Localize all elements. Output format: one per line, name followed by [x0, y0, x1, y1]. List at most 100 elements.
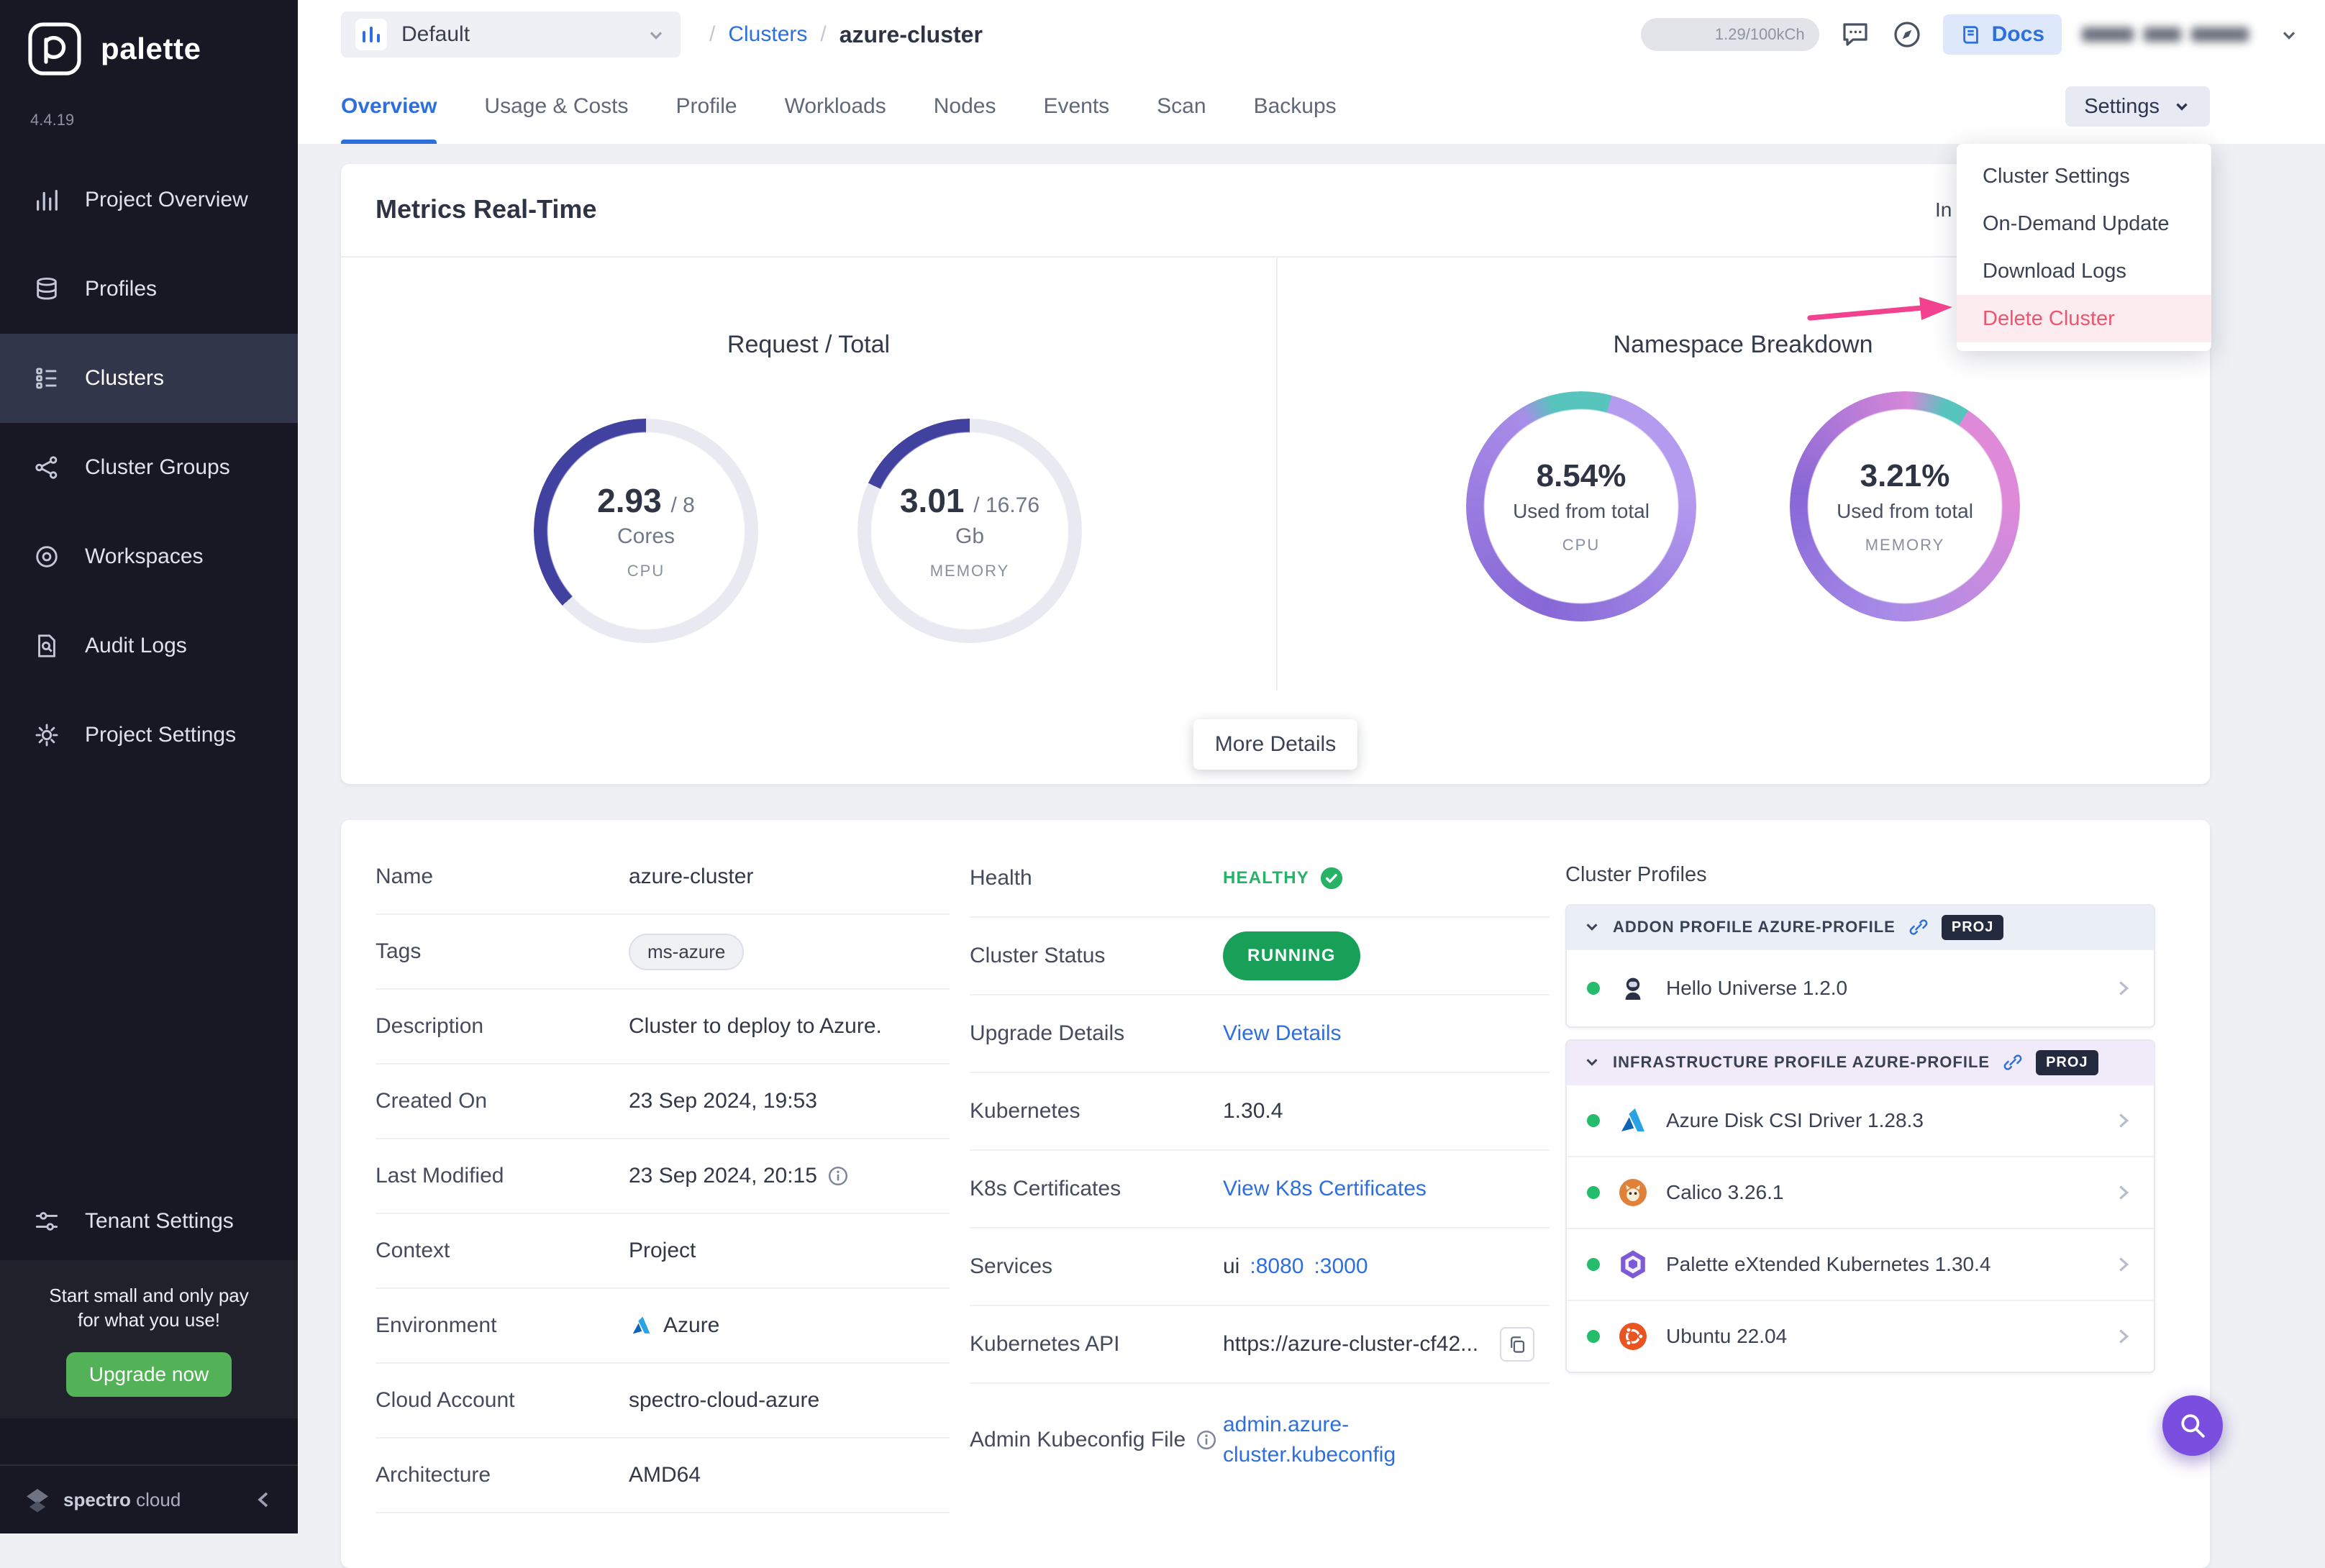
compass-icon[interactable]	[1891, 19, 1923, 50]
sidebar-item-workspaces[interactable]: Workspaces	[0, 512, 298, 601]
footer-brand-bold: spectro	[63, 1489, 131, 1510]
pack-name: Hello Universe 1.2.0	[1666, 977, 1847, 1000]
sidebar-item-label: Cluster Groups	[85, 455, 230, 480]
detail-row-created-on: Created On 23 Sep 2024, 19:53	[376, 1065, 950, 1139]
bar-chart-icon	[33, 186, 60, 214]
chevron-down-icon	[646, 24, 666, 45]
topbar-actions: 1.29/100kCh Docs	[1641, 14, 2299, 55]
info-icon[interactable]	[1196, 1429, 1217, 1451]
memory-donut-percent: 3.21%	[1860, 458, 1950, 494]
divider	[341, 256, 2210, 257]
collapse-sidebar-icon[interactable]	[252, 1488, 275, 1511]
detail-label: Services	[970, 1254, 1223, 1279]
tenant-settings-area: Tenant Settings	[0, 1182, 298, 1260]
detail-label: Context	[376, 1239, 629, 1263]
tab-backups[interactable]: Backups	[1254, 69, 1337, 144]
sidebar-item-project-overview[interactable]: Project Overview	[0, 155, 298, 245]
menu-item-cluster-settings[interactable]: Cluster Settings	[1957, 152, 2211, 200]
view-k8s-certificates-link[interactable]: View K8s Certificates	[1223, 1177, 1427, 1201]
pack-name: Palette eXtended Kubernetes 1.30.4	[1666, 1253, 1990, 1276]
user-menu-chevron-icon[interactable]	[2279, 24, 2299, 45]
sidebar-footer: spectro cloud	[0, 1464, 298, 1533]
chat-icon[interactable]	[1839, 19, 1871, 50]
infrastructure-profile-header[interactable]: INFRASTRUCTURE PROFILE AZURE-PROFILE PRO…	[1567, 1041, 2154, 1084]
upgrade-now-button[interactable]: Upgrade now	[66, 1352, 232, 1397]
service-port-8080-link[interactable]: :8080	[1250, 1254, 1303, 1279]
request-total-title: Request / Total	[341, 331, 1276, 359]
kubeconfig-link-line2[interactable]: cluster.kubeconfig	[1223, 1440, 1396, 1470]
detail-row-cluster-status: Cluster Status RUNNING	[970, 918, 1550, 995]
cpu-gauge-value: 2.93	[597, 482, 662, 519]
view-details-link[interactable]: View Details	[1223, 1021, 1342, 1046]
chevron-right-icon	[2112, 1110, 2134, 1131]
sidebar-item-audit-logs[interactable]: Audit Logs	[0, 601, 298, 690]
pack-row-palette-extended-kubernetes[interactable]: Palette eXtended Kubernetes 1.30.4	[1567, 1228, 2154, 1300]
tab-usage-costs[interactable]: Usage & Costs	[484, 69, 628, 144]
tab-profile[interactable]: Profile	[676, 69, 737, 144]
tab-workloads[interactable]: Workloads	[785, 69, 886, 144]
detail-row-name: Name azure-cluster	[376, 840, 950, 915]
service-port-3000-link[interactable]: :3000	[1314, 1254, 1368, 1279]
tab-overview[interactable]: Overview	[341, 69, 437, 144]
topbar-row: Default / Clusters / azure-cluster 1.29/…	[298, 0, 2325, 69]
tag-chip: ms-azure	[629, 934, 744, 970]
detail-value: AMD64	[629, 1463, 701, 1487]
chevron-right-icon	[2112, 1182, 2134, 1203]
kubeconfig-link[interactable]: admin.azure- cluster.kubeconfig	[1223, 1410, 1396, 1470]
sidebar-item-profiles[interactable]: Profiles	[0, 245, 298, 334]
tab-nodes[interactable]: Nodes	[934, 69, 996, 144]
copy-icon[interactable]	[1500, 1327, 1534, 1362]
settings-dropdown-menu: Cluster Settings On-Demand Update Downlo…	[1957, 144, 2211, 351]
chevron-right-icon	[2112, 977, 2134, 999]
hello-universe-icon	[1616, 971, 1650, 1006]
user-name-redacted[interactable]	[2082, 27, 2259, 42]
palette-logo-icon	[27, 22, 82, 76]
cluster-tabs: Overview Usage & Costs Profile Workloads…	[298, 69, 2325, 144]
detail-label: Description	[376, 1014, 629, 1039]
sidebar-item-clusters[interactable]: Clusters	[0, 334, 298, 423]
search-fab-button[interactable]	[2162, 1395, 2223, 1456]
sidebar: palette 4.4.19 Project Overview Profiles…	[0, 0, 298, 1533]
ubuntu-icon	[1616, 1319, 1650, 1354]
tab-events[interactable]: Events	[1043, 69, 1109, 144]
menu-item-delete-cluster[interactable]: Delete Cluster	[1957, 295, 2211, 342]
memory-gauge-total: 16.76	[986, 493, 1039, 517]
clusters-icon	[33, 365, 60, 392]
detail-row-last-modified: Last Modified 23 Sep 2024, 20:15	[376, 1139, 950, 1214]
pack-name: Ubuntu 22.04	[1666, 1325, 1787, 1348]
memory-donut-label: MEMORY	[1865, 536, 1945, 555]
detail-row-kubernetes-api: Kubernetes API https://azure-cluster-cf4…	[970, 1306, 1550, 1384]
interval-label-truncated: In	[1935, 199, 1952, 222]
link-icon[interactable]	[1908, 917, 1929, 937]
settings-button[interactable]: Settings	[2065, 86, 2210, 127]
status-badge[interactable]: RUNNING	[1223, 931, 1360, 980]
tab-scan[interactable]: Scan	[1157, 69, 1206, 144]
breadcrumb-clusters-link[interactable]: Clusters	[728, 22, 807, 47]
pack-row-hello-universe[interactable]: Hello Universe 1.2.0	[1567, 949, 2154, 1026]
menu-item-on-demand-update[interactable]: On-Demand Update	[1957, 200, 2211, 247]
pack-row-azure-disk-csi[interactable]: Azure Disk CSI Driver 1.28.3	[1567, 1084, 2154, 1156]
menu-item-download-logs[interactable]: Download Logs	[1957, 247, 2211, 295]
docs-button[interactable]: Docs	[1943, 14, 2062, 55]
sidebar-item-tenant-settings[interactable]: Tenant Settings	[0, 1182, 298, 1260]
link-icon[interactable]	[2003, 1052, 2023, 1072]
azure-icon	[629, 1313, 653, 1338]
cluster-profiles-panel: Cluster Profiles ADDON PROFILE AZURE-PRO…	[1565, 863, 2155, 1373]
kubeconfig-link-line1[interactable]: admin.azure-	[1223, 1410, 1396, 1440]
sidebar-item-cluster-groups[interactable]: Cluster Groups	[0, 423, 298, 512]
memory-donut-caption: Used from total	[1837, 500, 1973, 523]
more-details-button[interactable]: More Details	[1193, 719, 1357, 770]
detail-value: 23 Sep 2024, 19:53	[629, 1089, 817, 1113]
pack-row-calico[interactable]: Calico 3.26.1	[1567, 1156, 2154, 1228]
addon-profile-header[interactable]: ADDON PROFILE AZURE-PROFILE PROJ	[1567, 906, 2154, 949]
sidebar-item-project-settings[interactable]: Project Settings	[0, 690, 298, 780]
project-selector-value: Default	[401, 22, 470, 47]
settings-button-label: Settings	[2084, 95, 2160, 119]
footer-brand-light: cloud	[136, 1489, 181, 1510]
info-icon[interactable]	[827, 1165, 849, 1187]
sidebar-item-label: Tenant Settings	[85, 1209, 234, 1234]
pack-row-ubuntu[interactable]: Ubuntu 22.04	[1567, 1300, 2154, 1372]
metrics-title: Metrics Real-Time	[376, 194, 596, 224]
divider	[1276, 256, 1278, 690]
project-selector[interactable]: Default	[341, 12, 681, 58]
